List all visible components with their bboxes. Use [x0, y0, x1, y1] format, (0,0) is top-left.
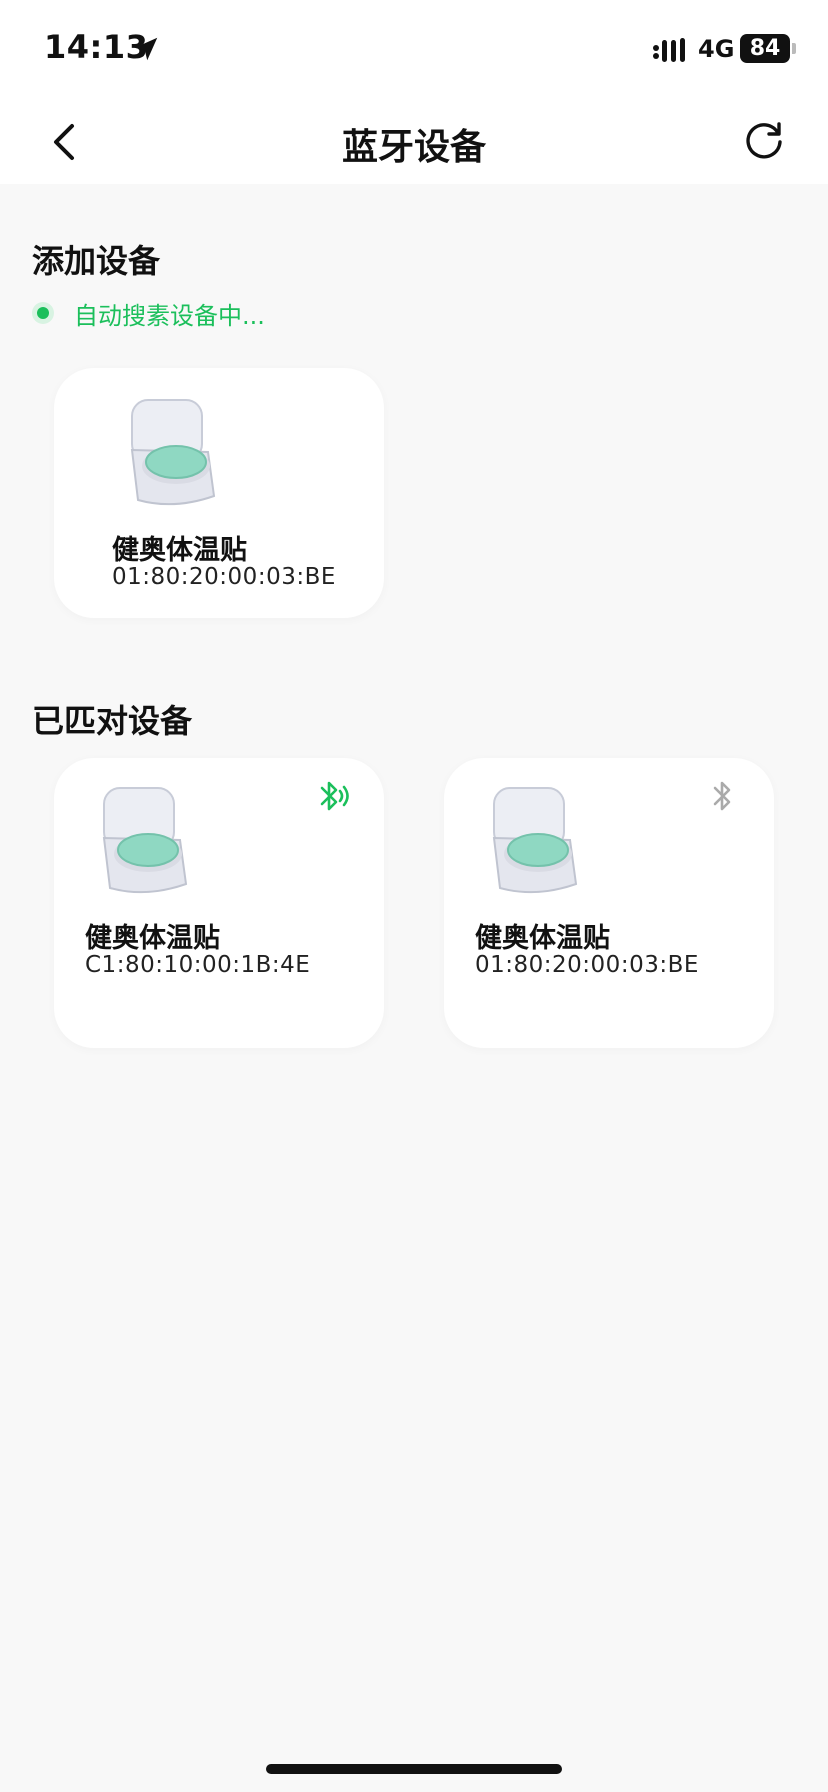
thermometer-patch-image: [130, 399, 216, 506]
network-type: 4G: [698, 35, 735, 63]
nav-bar: 蓝牙设备: [0, 100, 828, 184]
refresh-icon[interactable]: [742, 118, 786, 162]
location-arrow-icon: [134, 37, 158, 61]
status-bar: 14:13 4G 84: [0, 0, 828, 100]
thermometer-patch-image: [492, 787, 578, 894]
device-mac-address: C1:80:10:00:1B:4E: [85, 952, 311, 978]
paired-device-card[interactable]: 健奥体温贴 C1:80:10:00:1B:4E: [54, 758, 384, 1048]
bluetooth-disconnected-icon: [713, 781, 731, 811]
add-section-title: 添加设备: [32, 242, 161, 280]
device-mac-address: 01:80:20:00:03:BE: [112, 564, 336, 590]
battery-tip: [792, 43, 796, 54]
signal-icon: [653, 38, 685, 62]
paired-section-title: 已匹对设备: [32, 702, 193, 740]
battery-indicator: 84: [740, 34, 790, 63]
bluetooth-connected-icon: [320, 781, 349, 811]
discovered-device-card[interactable]: 健奥体温贴 01:80:20:00:03:BE: [54, 368, 384, 618]
device-name: 健奥体温贴: [112, 535, 247, 566]
device-name: 健奥体温贴: [85, 923, 220, 954]
device-name: 健奥体温贴: [475, 923, 610, 954]
page-title: 蓝牙设备: [341, 127, 486, 168]
searching-status: 自动搜素设备中...: [32, 296, 265, 330]
searching-text: 自动搜素设备中...: [74, 301, 265, 330]
paired-device-card[interactable]: 健奥体温贴 01:80:20:00:03:BE: [444, 758, 774, 1048]
thermometer-patch-image: [102, 787, 188, 894]
device-mac-address: 01:80:20:00:03:BE: [475, 952, 699, 978]
searching-indicator: [32, 302, 54, 324]
home-indicator: [266, 1764, 562, 1774]
